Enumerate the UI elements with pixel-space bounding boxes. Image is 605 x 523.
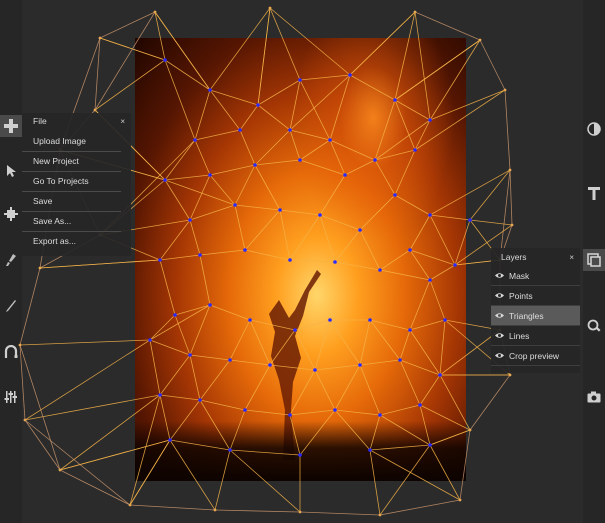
layer-label: Crop preview xyxy=(509,350,560,361)
layer-label: Triangles xyxy=(509,310,544,321)
close-icon[interactable]: × xyxy=(120,117,125,126)
file-panel-title: File xyxy=(33,116,47,126)
mesh-edge xyxy=(479,39,506,91)
brush-icon[interactable] xyxy=(0,249,22,271)
mesh-edge xyxy=(469,374,511,431)
mesh-point xyxy=(413,10,417,14)
left-toolbar xyxy=(0,0,22,523)
mesh-edge xyxy=(19,267,41,346)
mesh-point xyxy=(38,266,42,270)
layers-panel-header: Layers × xyxy=(491,248,580,266)
mesh-edge xyxy=(24,419,61,471)
mesh-edge xyxy=(414,11,481,41)
menu-item-save[interactable]: Save xyxy=(22,192,121,212)
mesh-edge xyxy=(499,169,511,261)
mesh-edge xyxy=(299,511,381,516)
layer-row-triangles[interactable]: Triangles xyxy=(491,306,580,326)
layer-label: Points xyxy=(509,290,533,301)
layer-row-points[interactable]: Points xyxy=(491,286,580,306)
layers-icon[interactable] xyxy=(583,249,605,271)
curve-icon[interactable] xyxy=(0,341,22,363)
mesh-point xyxy=(93,108,97,112)
eye-icon[interactable] xyxy=(495,332,504,339)
mesh-point xyxy=(23,418,27,422)
layers-panel: Layers × Mask Points Triangles Lines Cro… xyxy=(491,248,580,373)
mesh-edge xyxy=(129,504,216,511)
menu-item-new-project[interactable]: New Project xyxy=(22,152,121,172)
pointer-icon[interactable] xyxy=(0,160,22,182)
add-icon[interactable] xyxy=(0,115,22,137)
mesh-edge xyxy=(504,89,511,171)
text-icon[interactable] xyxy=(583,182,605,204)
menu-item-save-as[interactable]: Save As... xyxy=(22,212,121,232)
crowd-ground xyxy=(135,421,466,481)
eye-icon[interactable] xyxy=(495,352,504,359)
mesh-edge xyxy=(469,169,511,221)
eye-icon[interactable] xyxy=(495,272,504,279)
mesh-point xyxy=(153,10,157,14)
layers-panel-title: Layers xyxy=(501,252,527,262)
mesh-point xyxy=(468,218,472,222)
mesh-point xyxy=(508,373,512,377)
eye-icon[interactable] xyxy=(495,292,504,299)
pen-icon[interactable] xyxy=(0,295,22,317)
mesh-point xyxy=(98,36,102,40)
file-panel: File × Upload Image New Project Go To Pr… xyxy=(22,113,131,256)
mesh-point xyxy=(468,428,472,432)
close-icon[interactable]: × xyxy=(569,253,574,262)
layer-row-mask[interactable]: Mask xyxy=(491,266,580,286)
menu-item-export-as[interactable]: Export as... xyxy=(22,232,121,251)
right-toolbar xyxy=(583,0,605,523)
mesh-point xyxy=(58,468,62,472)
layer-row-crop-preview[interactable]: Crop preview xyxy=(491,346,580,366)
file-panel-header: File × xyxy=(22,113,131,129)
mesh-point xyxy=(478,38,482,42)
layer-label: Mask xyxy=(509,270,530,281)
mesh-point xyxy=(510,223,514,227)
mesh-edge xyxy=(509,169,513,226)
eye-icon[interactable] xyxy=(495,312,504,319)
mesh-edge xyxy=(99,11,156,39)
mesh-point xyxy=(508,168,512,172)
mesh-edge xyxy=(19,344,61,471)
sliders-icon[interactable] xyxy=(0,386,22,408)
mesh-edge xyxy=(24,339,151,421)
mesh-edge xyxy=(214,509,301,513)
mesh-point xyxy=(298,510,302,514)
image-canvas[interactable] xyxy=(135,38,466,481)
camera-icon[interactable] xyxy=(583,386,605,408)
mesh-edge xyxy=(59,469,131,506)
mesh-edge xyxy=(94,37,101,111)
mesh-edge xyxy=(19,339,151,346)
mesh-point xyxy=(268,6,272,10)
point-tool-icon[interactable] xyxy=(0,203,22,225)
menu-item-upload-image[interactable]: Upload Image xyxy=(22,132,121,152)
mesh-point xyxy=(213,508,217,512)
mesh-point xyxy=(458,498,462,502)
mesh-edge xyxy=(469,219,513,226)
layer-row-lines[interactable]: Lines xyxy=(491,326,580,346)
mesh-point xyxy=(128,503,132,507)
mesh-point xyxy=(378,513,382,517)
mesh-point xyxy=(503,88,507,92)
zoom-icon[interactable] xyxy=(583,315,605,337)
contrast-icon[interactable] xyxy=(583,118,605,140)
menu-item-go-to-projects[interactable]: Go To Projects xyxy=(22,172,121,192)
mesh-edge xyxy=(379,499,461,516)
mesh-edge xyxy=(24,419,131,506)
layer-label: Lines xyxy=(509,330,530,341)
